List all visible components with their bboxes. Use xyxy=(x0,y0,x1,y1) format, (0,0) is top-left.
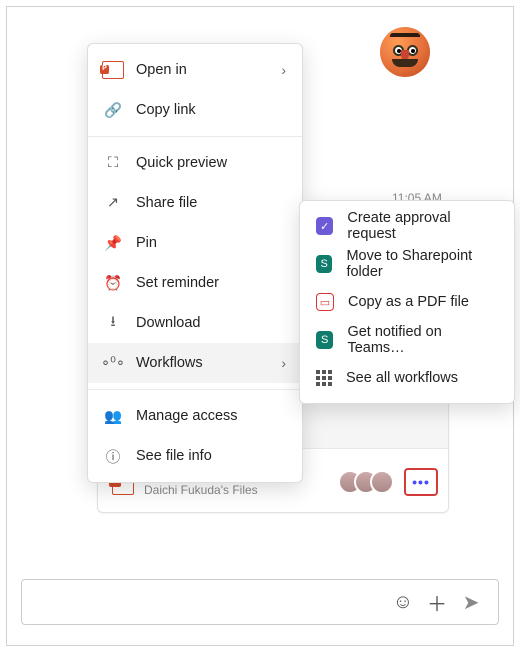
powerpoint-icon xyxy=(102,61,124,79)
apps-grid-icon xyxy=(316,370,332,386)
menu-label: Get notified on Teams… xyxy=(347,324,498,356)
chevron-right-icon: › xyxy=(281,62,286,78)
menu-label: Quick preview xyxy=(136,155,227,171)
menu-pin[interactable]: 📌 Pin xyxy=(88,223,302,263)
preview-icon: ⛶ xyxy=(104,155,122,171)
add-attachment-icon[interactable]: ＋ xyxy=(420,588,454,617)
menu-share-file[interactable]: ↗ Share file xyxy=(88,183,302,223)
alarm-icon: ⏰ xyxy=(104,275,122,292)
menu-manage-access[interactable]: 👥 Manage access xyxy=(88,396,302,436)
message-compose-box[interactable]: ☺ ＋ ➤ xyxy=(21,579,499,625)
menu-label: Copy link xyxy=(136,102,196,118)
menu-label: Pin xyxy=(136,235,157,251)
link-icon: 🔗 xyxy=(104,102,122,119)
chevron-right-icon: › xyxy=(281,355,286,371)
pdf-icon: ▭ xyxy=(316,293,334,311)
info-icon: ⓘ xyxy=(104,446,122,467)
send-icon[interactable]: ➤ xyxy=(454,590,488,615)
menu-label: Create approval request xyxy=(347,210,498,242)
chat-canvas: 11:05 AM Fabrikam's worldwide sales topp… xyxy=(6,6,514,646)
menu-label: Manage access xyxy=(136,408,238,424)
workflow-create-approval[interactable]: ✓ Create approval request xyxy=(300,207,514,245)
collaborator-facepile[interactable] xyxy=(338,470,394,494)
workflow-copy-pdf[interactable]: ▭ Copy as a PDF file xyxy=(300,283,514,321)
menu-see-file-info[interactable]: ⓘ See file info xyxy=(88,436,302,476)
workflows-submenu: ✓ Create approval request S Move to Shar… xyxy=(299,200,515,404)
pin-icon: 📌 xyxy=(104,235,122,252)
file-more-options-button[interactable]: ••• xyxy=(404,468,438,496)
menu-label: Share file xyxy=(136,195,197,211)
menu-label: Workflows xyxy=(136,355,203,371)
menu-label: Copy as a PDF file xyxy=(348,294,469,310)
share-icon: ↗ xyxy=(104,195,122,211)
menu-quick-preview[interactable]: ⛶ Quick preview xyxy=(88,143,302,183)
menu-separator xyxy=(88,389,302,390)
menu-label: Set reminder xyxy=(136,275,219,291)
download-icon: ⭳ xyxy=(104,311,122,336)
menu-separator xyxy=(88,136,302,137)
sender-avatar xyxy=(380,27,430,77)
workflow-see-all[interactable]: See all workflows xyxy=(300,359,514,397)
workflows-icon: ∘⁰∘ xyxy=(104,355,122,371)
menu-copy-link[interactable]: 🔗 Copy link xyxy=(88,90,302,130)
menu-download[interactable]: ⭳ Download xyxy=(88,303,302,343)
menu-label: See all workflows xyxy=(346,370,458,386)
people-icon: 👥 xyxy=(104,408,122,425)
menu-workflows[interactable]: ∘⁰∘ Workflows › xyxy=(88,343,302,383)
menu-label: Open in xyxy=(136,62,187,78)
menu-label: See file info xyxy=(136,448,212,464)
emoji-icon[interactable]: ☺ xyxy=(386,591,420,614)
file-location: Daichi Fukuda's Files xyxy=(144,483,328,497)
sharepoint-icon: S xyxy=(316,255,332,273)
menu-set-reminder[interactable]: ⏰ Set reminder xyxy=(88,263,302,303)
menu-label: Move to Sharepoint folder xyxy=(346,248,498,280)
file-context-menu: Open in › 🔗 Copy link ⛶ Quick preview ↗ … xyxy=(87,43,303,483)
workflow-get-notified[interactable]: S Get notified on Teams… xyxy=(300,321,514,359)
sharepoint-icon: S xyxy=(316,331,333,349)
workflow-move-sharepoint[interactable]: S Move to Sharepoint folder xyxy=(300,245,514,283)
menu-label: Download xyxy=(136,315,201,331)
menu-open-in[interactable]: Open in › xyxy=(88,50,302,90)
approvals-app-icon: ✓ xyxy=(316,217,333,235)
